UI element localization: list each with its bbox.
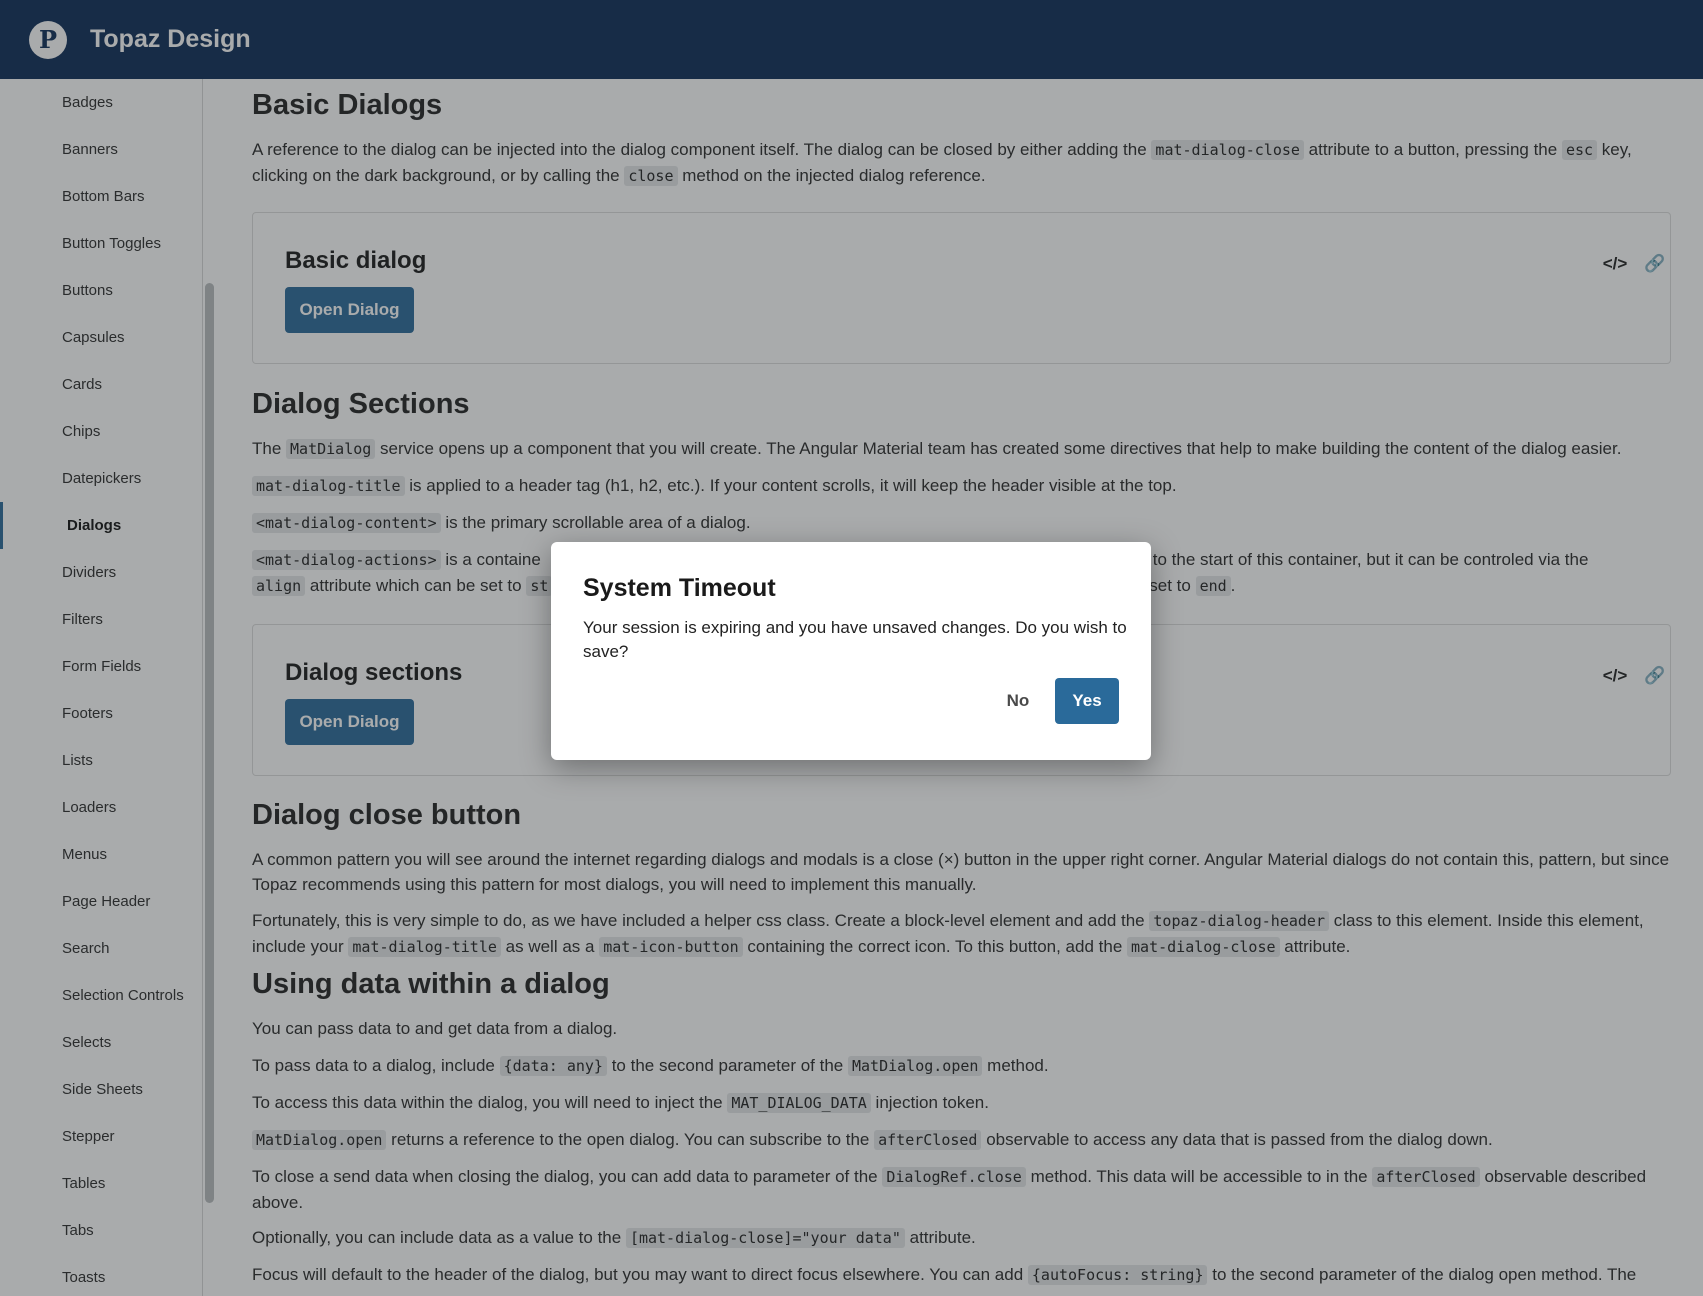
dialog-title: System Timeout: [583, 574, 776, 602]
no-button[interactable]: No: [987, 678, 1049, 724]
dialog-message: Your session is expiring and you have un…: [583, 618, 1127, 661]
system-timeout-dialog: System Timeout Your session is expiring …: [551, 542, 1151, 760]
yes-button[interactable]: Yes: [1055, 678, 1119, 724]
